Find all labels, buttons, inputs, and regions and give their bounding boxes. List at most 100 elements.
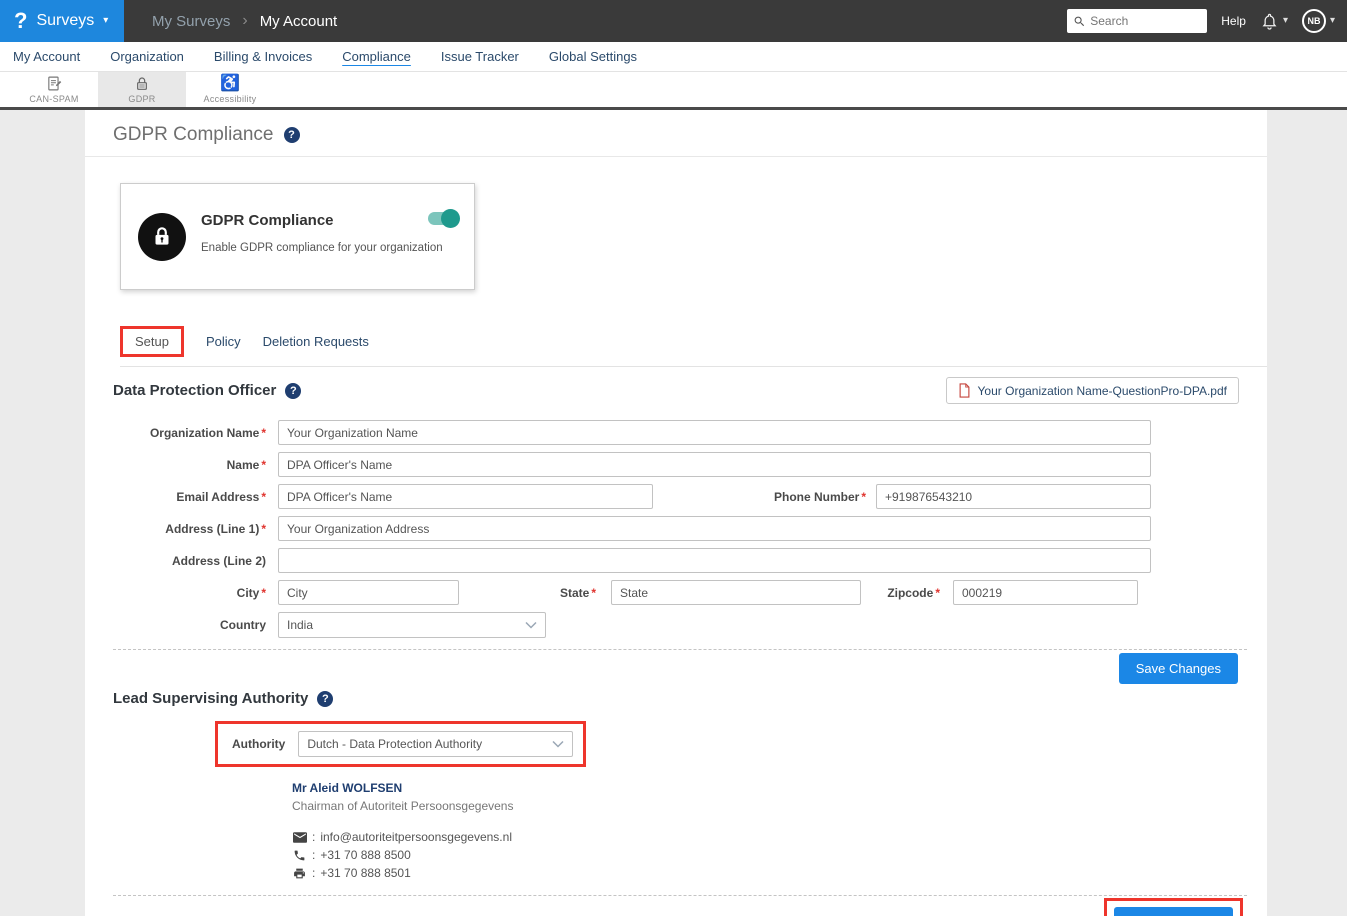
lock-badge — [138, 213, 186, 261]
dpo-form: Organization Name* Name* Email Address* … — [113, 420, 1267, 638]
required-marker: * — [261, 458, 266, 472]
help-icon[interactable]: ? — [285, 383, 301, 399]
annotation-box-save: Save Changes — [1104, 898, 1243, 916]
divider — [113, 895, 1247, 896]
help-link[interactable]: Help — [1221, 14, 1246, 28]
chevron-right-icon: › — [242, 12, 247, 30]
account-menu[interactable]: NB ▾ — [1302, 9, 1335, 33]
memo-pencil-icon — [46, 75, 63, 92]
zipcode-input[interactable] — [953, 580, 1138, 605]
authority-fax-line: : +31 70 888 8501 — [292, 866, 1267, 880]
nav-compliance[interactable]: Compliance — [342, 49, 411, 64]
questionpro-logo-icon: ? — [14, 10, 27, 32]
subtab-can-spam[interactable]: CAN-SPAM — [10, 72, 98, 107]
address-line1-input[interactable] — [278, 516, 1151, 541]
gdpr-tabs: Setup Policy Deletion Requests — [120, 326, 1267, 367]
gdpr-toggle-card: GDPR Compliance Enable GDPR compliance f… — [120, 183, 475, 290]
field-label: Name — [227, 458, 260, 472]
chevron-down-icon — [525, 621, 537, 629]
search-box[interactable] — [1067, 9, 1207, 33]
chevron-down-icon — [552, 740, 564, 748]
bell-icon — [1260, 12, 1279, 31]
save-changes-button-dpo[interactable]: Save Changes — [1119, 653, 1238, 684]
notifications-button[interactable]: ▾ — [1260, 12, 1288, 31]
subtab-accessibility[interactable]: ♿ Accessibility — [186, 72, 274, 107]
authority-contact-card: Mr Aleid WOLFSEN Chairman of Autoriteit … — [292, 781, 1267, 880]
annotation-box-authority: Authority Dutch - Data Protection Author… — [215, 721, 586, 767]
dpa-pdf-download-button[interactable]: Your Organization Name-QuestionPro-DPA.p… — [946, 377, 1239, 404]
dpa-name-input[interactable] — [278, 452, 1151, 477]
chevron-down-icon: ▾ — [1330, 16, 1335, 26]
help-icon[interactable]: ? — [317, 691, 333, 707]
field-label: Zipcode — [887, 586, 933, 600]
required-marker: * — [261, 490, 266, 504]
field-label: Organization Name — [150, 426, 259, 440]
search-input[interactable] — [1090, 14, 1201, 28]
required-marker: * — [261, 586, 266, 600]
nav-my-account[interactable]: My Account — [13, 49, 80, 64]
account-nav: My Account Organization Billing & Invoic… — [0, 42, 1347, 72]
lsa-heading: Lead Supervising Authority — [113, 690, 308, 707]
pdf-button-label: Your Organization Name-QuestionPro-DPA.p… — [978, 384, 1227, 398]
organization-name-input[interactable] — [278, 420, 1151, 445]
required-marker: * — [861, 490, 866, 504]
field-label: Address (Line 2) — [172, 554, 266, 568]
required-marker: * — [591, 586, 596, 600]
tab-setup[interactable]: Setup — [123, 329, 181, 354]
state-input[interactable] — [611, 580, 861, 605]
country-select[interactable]: India — [278, 612, 546, 638]
card-title: GDPR Compliance — [201, 212, 334, 229]
toggle-knob — [441, 209, 460, 228]
authority-select[interactable]: Dutch - Data Protection Authority — [298, 731, 573, 757]
city-input[interactable] — [278, 580, 459, 605]
gdpr-compliance-panel: GDPR Compliance ? GDPR Compliance Enable… — [85, 110, 1267, 916]
country-value: India — [287, 618, 525, 632]
search-icon — [1073, 15, 1086, 28]
page-title: GDPR Compliance — [113, 124, 274, 146]
divider — [113, 649, 1247, 650]
phone-icon — [292, 849, 307, 862]
nav-organization[interactable]: Organization — [110, 49, 184, 64]
padlock-icon — [134, 76, 150, 92]
subtab-label: CAN-SPAM — [29, 94, 78, 104]
lock-icon — [149, 224, 175, 250]
authority-phone-line: : +31 70 888 8500 — [292, 848, 1267, 862]
authority-contact-name: Mr Aleid WOLFSEN — [292, 781, 1267, 795]
required-marker: * — [261, 522, 266, 536]
nav-issue-tracker[interactable]: Issue Tracker — [441, 49, 519, 64]
help-icon[interactable]: ? — [284, 127, 300, 143]
chevron-down-icon: ▾ — [103, 16, 108, 26]
nav-global-settings[interactable]: Global Settings — [549, 49, 637, 64]
tab-deletion-requests[interactable]: Deletion Requests — [263, 334, 369, 349]
authority-email-line: : info@autoriteitpersoonsgegevens.nl — [292, 830, 1267, 844]
authority-label: Authority — [232, 737, 298, 751]
field-label: Email Address — [176, 490, 259, 504]
authority-contact-title: Chairman of Autoriteit Persoonsgegevens — [292, 799, 1267, 813]
annotation-box-setup: Setup — [120, 326, 184, 357]
chevron-down-icon: ▾ — [1283, 16, 1288, 26]
subtab-label: GDPR — [128, 94, 155, 104]
email-address-input[interactable] — [278, 484, 653, 509]
authority-value: Dutch - Data Protection Authority — [307, 737, 552, 751]
save-changes-button-lsa[interactable]: Save Changes — [1114, 907, 1233, 916]
tab-policy[interactable]: Policy — [206, 334, 241, 349]
dpo-heading: Data Protection Officer — [113, 382, 276, 399]
address-line2-input[interactable] — [278, 548, 1151, 573]
required-marker: * — [935, 586, 940, 600]
field-label: Country — [220, 618, 266, 632]
breadcrumb-my-account: My Account — [260, 13, 338, 30]
compliance-subtabs: CAN-SPAM GDPR ♿ Accessibility — [0, 72, 1347, 110]
phone-number-input[interactable] — [876, 484, 1151, 509]
subtab-gdpr[interactable]: GDPR — [98, 72, 186, 107]
card-subtitle: Enable GDPR compliance for your organiza… — [201, 242, 443, 254]
top-bar: ? Surveys ▾ My Surveys › My Account Help… — [0, 0, 1347, 42]
breadcrumb-my-surveys[interactable]: My Surveys — [152, 13, 230, 30]
authority-fax: +31 70 888 8501 — [320, 866, 410, 880]
gdpr-toggle[interactable] — [428, 212, 458, 225]
avatar: NB — [1302, 9, 1326, 33]
product-switcher[interactable]: ? Surveys ▾ — [0, 0, 124, 42]
separator: : — [312, 830, 315, 844]
nav-billing-invoices[interactable]: Billing & Invoices — [214, 49, 312, 64]
pdf-file-icon — [958, 383, 971, 398]
separator: : — [312, 866, 315, 880]
